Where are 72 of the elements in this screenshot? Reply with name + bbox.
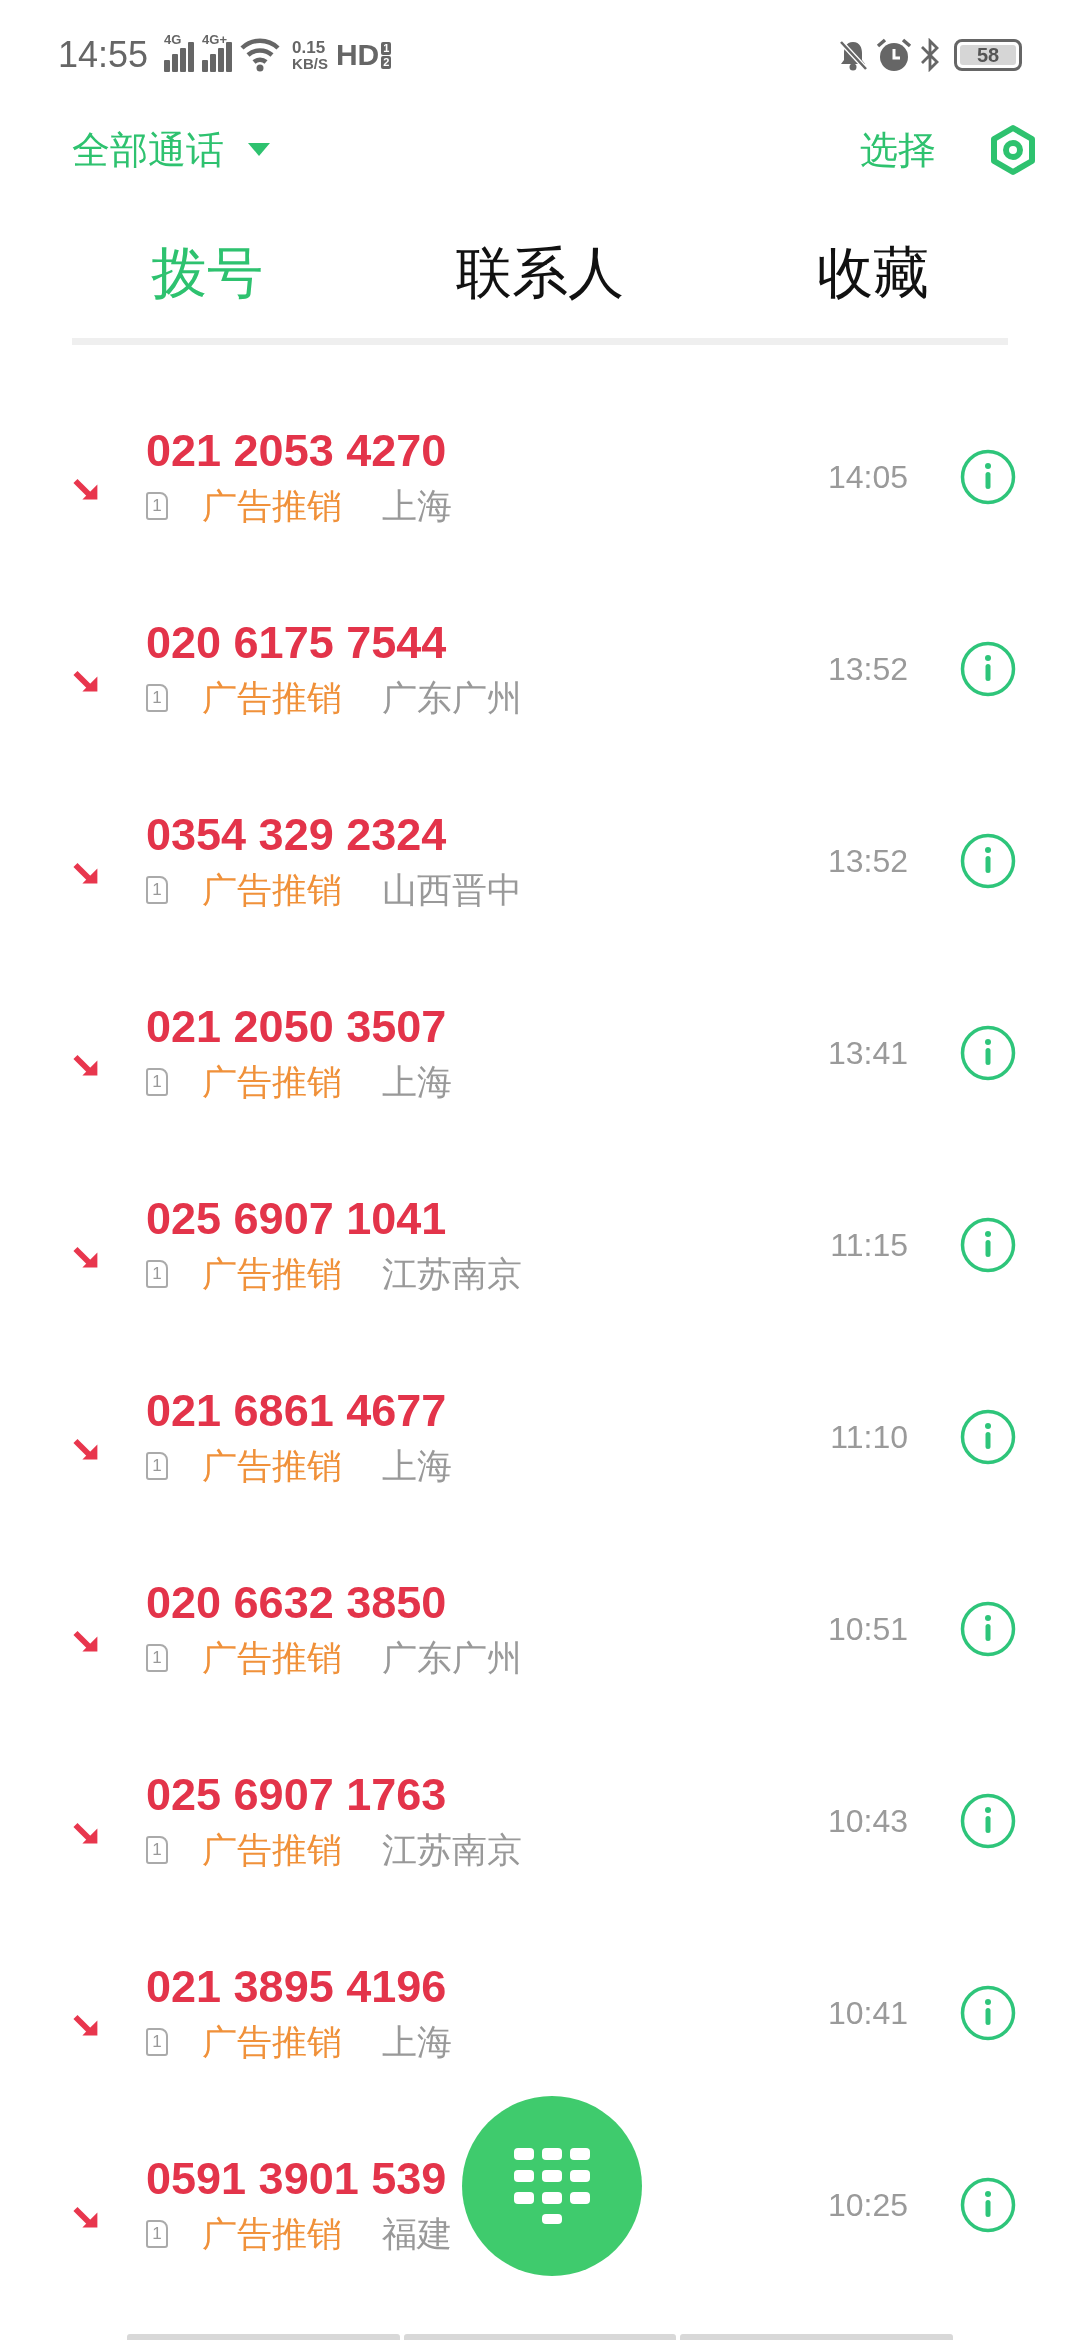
call-row[interactable]: 0354 329 2324 1 广告推销 山西晋中 13:52	[0, 765, 1080, 957]
call-time: 10:41	[827, 1994, 908, 2032]
call-time: 11:10	[830, 1418, 908, 1456]
call-location: 上海	[382, 2020, 452, 2063]
sim-icon: 1	[146, 2028, 168, 2056]
sim-icon: 1	[146, 1068, 168, 1096]
call-tag: 广告推销	[202, 2018, 342, 2066]
call-tag: 广告推销	[202, 482, 342, 530]
call-time: 13:52	[827, 650, 908, 688]
call-location: 江苏南京	[382, 1252, 522, 1295]
call-tag: 广告推销	[202, 1250, 342, 1298]
sim-badge: 2	[381, 55, 392, 69]
phone-number: 025 6907 1041	[146, 1192, 447, 1245]
call-row[interactable]: 021 6861 4677 1 广告推销 上海 11:10	[0, 1341, 1080, 1533]
call-row[interactable]: 021 3895 4196 1 广告推销 上海 10:41	[0, 1917, 1080, 2109]
sim-icon: 1	[146, 1260, 168, 1288]
net-speed-unit: KB/S	[292, 56, 328, 71]
call-row[interactable]: 025 6907 1041 1 广告推销 江苏南京 11:15	[0, 1149, 1080, 1341]
call-location: 广东广州	[382, 676, 522, 719]
call-location: 江苏南京	[382, 1828, 522, 1871]
call-row[interactable]: 021 2053 4270 1 广告推销 上海 14:05	[0, 381, 1080, 573]
call-time: 14:05	[827, 458, 908, 496]
call-tag: 广告推销	[202, 866, 342, 914]
call-tag: 广告推销	[202, 1442, 342, 1490]
call-row[interactable]: 025 6907 1763 1 广告推销 江苏南京 10:43	[0, 1725, 1080, 1917]
call-row[interactable]: 020 6175 7544 1 广告推销 广东广州 13:52	[0, 573, 1080, 765]
call-location: 上海	[382, 1444, 452, 1487]
sim-icon: 1	[146, 1452, 168, 1480]
sim-badge: 1	[381, 41, 392, 55]
tab[interactable]: 联系人	[390, 230, 690, 318]
sim-icon: 1	[146, 684, 168, 712]
call-row[interactable]: 021 2050 3507 1 广告推销 上海 13:41	[0, 957, 1080, 1149]
tab[interactable]: 收藏	[723, 230, 1024, 318]
call-row[interactable]: 020 6632 3850 1 广告推销 广东广州 10:51	[0, 1533, 1080, 1725]
phone-number: 021 3895 4196	[146, 1960, 447, 2013]
call-location: 上海	[382, 1060, 452, 1103]
sim-icon: 1	[146, 876, 168, 904]
call-time: 10:51	[827, 1610, 908, 1648]
phone-number: 021 6861 4677	[146, 1384, 447, 1437]
hd-label: HD	[335, 38, 380, 72]
call-tag: 广告推销	[202, 1058, 342, 1106]
call-location: 上海	[382, 484, 452, 527]
call-time: 11:15	[830, 1226, 908, 1264]
call-time: 10:25	[827, 2186, 908, 2224]
phone-number: 021 2053 4270	[146, 424, 447, 477]
status-time: 14:55	[58, 34, 149, 76]
call-row[interactable]: 0591 3901 539 1 广告推销 福建 10:25	[0, 2109, 1080, 2301]
call-tag: 广告推销	[202, 1634, 342, 1682]
call-tag: 广告推销	[202, 674, 342, 722]
phone-number: 020 6632 3850	[146, 1576, 447, 1629]
sim-icon: 1	[146, 1644, 168, 1672]
call-tag: 广告推销	[202, 2210, 342, 2258]
call-time: 13:41	[827, 1034, 908, 1072]
sim-icon: 1	[146, 492, 168, 520]
call-location: 广东广州	[382, 1636, 522, 1679]
phone-number: 025 6907 1763	[146, 1768, 447, 1821]
call-location: 福建	[382, 2212, 452, 2255]
phone-number: 021 2050 3507	[146, 1000, 447, 1053]
net-speed: 0.15	[292, 39, 327, 56]
phone-number: 0591 3901 539	[146, 2152, 447, 2205]
phone-number: 020 6175 7544	[146, 616, 447, 669]
select-button[interactable]: 选择	[860, 124, 936, 176]
call-tag: 广告推销	[202, 1826, 342, 1874]
call-time: 10:43	[827, 1802, 908, 1840]
tab[interactable]: 拨号	[56, 230, 357, 318]
sim-icon: 1	[146, 1836, 168, 1864]
sim-icon: 1	[146, 2220, 168, 2248]
filter-dropdown[interactable]: 全部通话	[72, 124, 270, 176]
battery-icon: 58	[954, 39, 1022, 71]
call-time: 13:52	[827, 842, 908, 880]
call-location: 山西晋中	[382, 868, 522, 911]
phone-number: 0354 329 2324	[146, 808, 447, 861]
